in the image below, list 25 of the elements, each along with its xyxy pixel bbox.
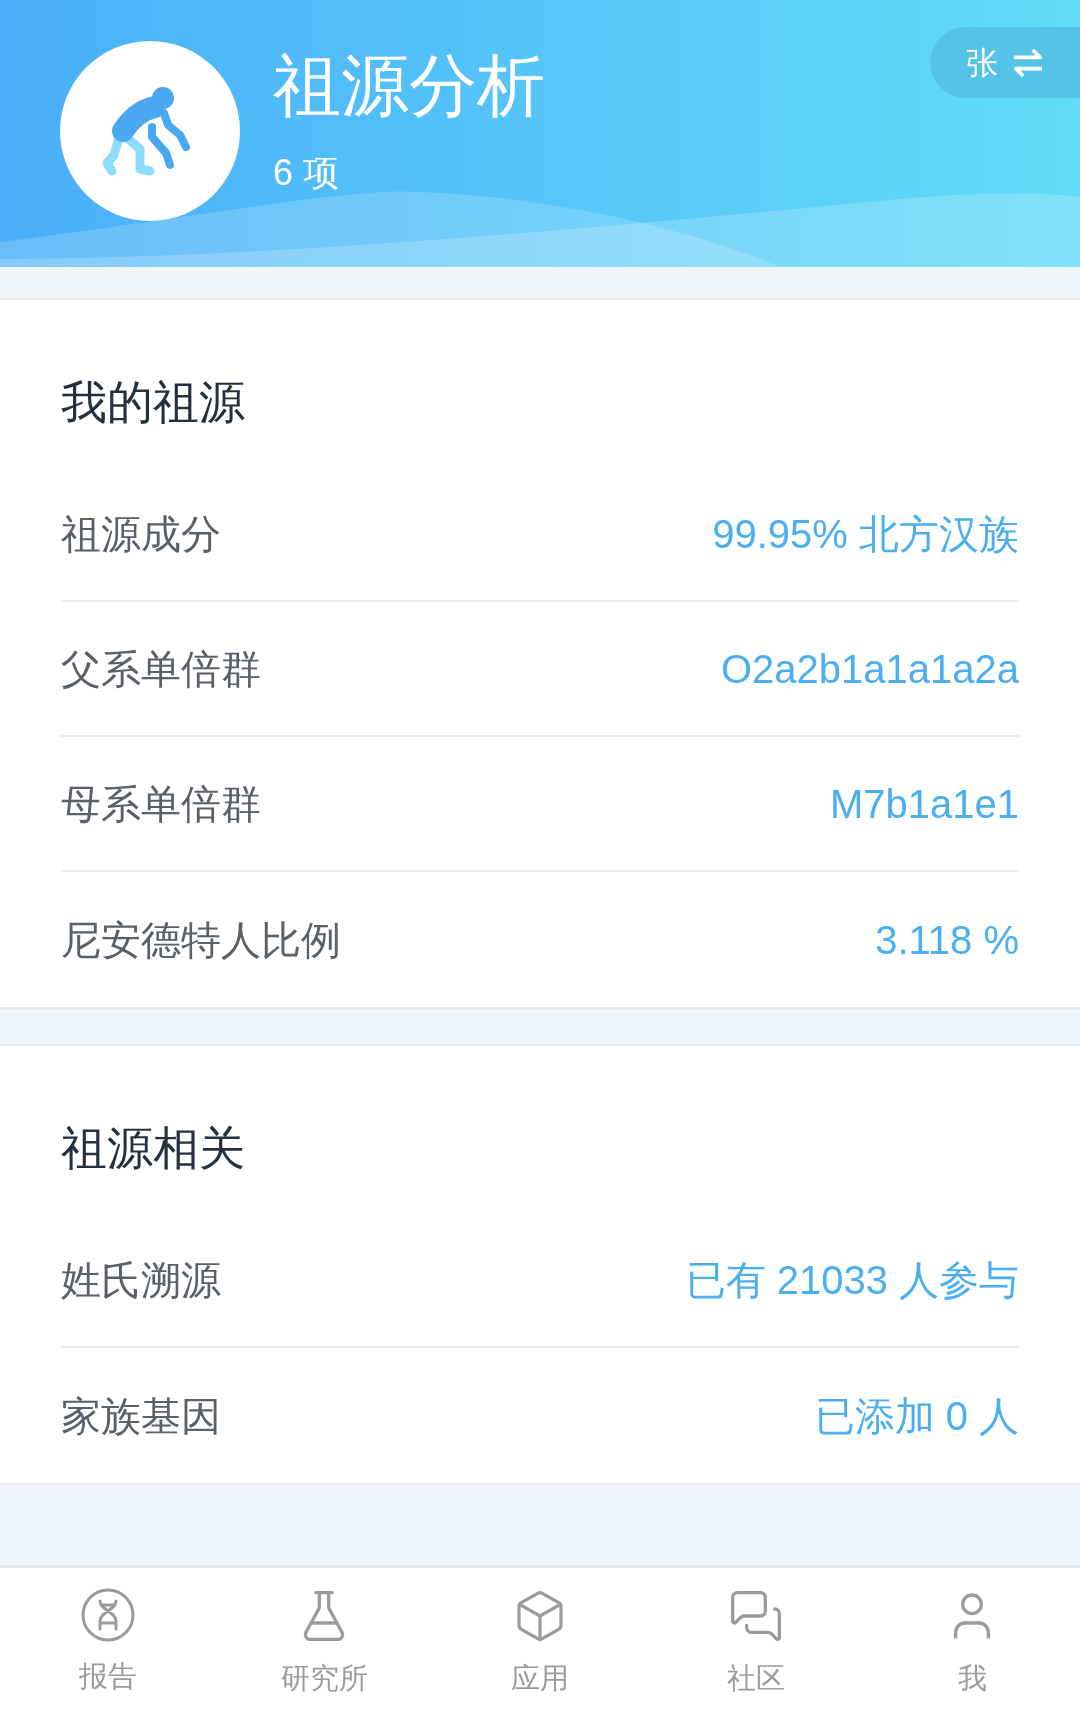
item-count: 6 项 — [273, 153, 341, 193]
row-label: 父系单倍群 — [61, 646, 261, 691]
row-label: 祖源成分 — [61, 511, 221, 556]
switch-user-button[interactable]: 张 — [930, 27, 1080, 98]
page-title: 祖源分析 — [273, 49, 545, 121]
section-heading: 祖源相关 — [61, 1124, 245, 1172]
chat-bubbles-icon — [728, 1588, 784, 1644]
tab-item[interactable]: 社区 — [648, 1568, 864, 1710]
row-value[interactable]: 已添加 0 人 — [814, 1393, 1019, 1438]
monkey-icon — [60, 41, 240, 221]
row-value[interactable]: M7b1a1e1 — [829, 781, 1019, 826]
tab-item[interactable]: 我 — [864, 1568, 1080, 1710]
tab-item[interactable]: 应用 — [432, 1568, 648, 1710]
row-value[interactable]: 已有 21033 人参与 — [685, 1257, 1019, 1302]
row-label: 尼安德特人比例 — [61, 917, 341, 962]
dna-icon — [81, 1588, 135, 1642]
tab-item[interactable]: 报告 — [0, 1568, 216, 1710]
row-value[interactable]: 3.118 % — [875, 917, 1019, 962]
row-label: 姓氏溯源 — [61, 1257, 221, 1302]
row-value[interactable]: O2a2b1a1a1a2a — [720, 646, 1019, 691]
row-value[interactable]: 99.95% 北方汉族 — [712, 511, 1019, 556]
row-label: 母系单倍群 — [61, 781, 261, 826]
tab-item[interactable]: 研究所 — [216, 1568, 432, 1710]
row-label: 家族基因 — [61, 1393, 221, 1438]
section-heading: 我的祖源 — [61, 378, 245, 426]
